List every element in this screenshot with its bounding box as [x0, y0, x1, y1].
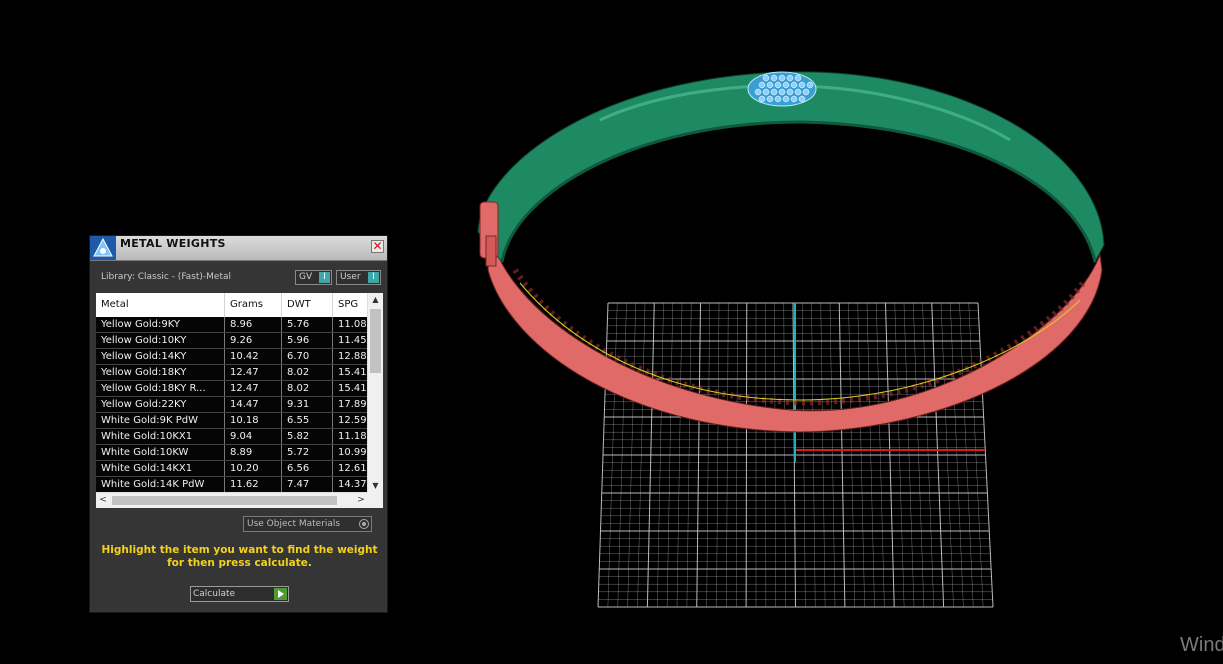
cell-spg: 12.61: [333, 461, 368, 476]
cell-grams: 12.47: [225, 365, 282, 380]
table-row[interactable]: Yellow Gold:14KY 10.42 6.70 12.88: [96, 349, 368, 365]
calculate-label: Calculate: [193, 589, 236, 599]
table-row[interactable]: Yellow Gold:18KY R... 12.47 8.02 15.41: [96, 381, 368, 397]
cell-spg: 12.59: [333, 413, 368, 428]
scroll-right-icon[interactable]: >: [354, 493, 368, 508]
radio-icon: [359, 519, 369, 529]
cell-grams: 10.18: [225, 413, 282, 428]
app-logo-icon: [90, 236, 116, 260]
scrollbar-corner: [368, 493, 383, 508]
cell-metal: Yellow Gold:22KY: [96, 397, 225, 412]
cell-dwt: 5.82: [282, 429, 333, 444]
cell-spg: 11.18: [333, 429, 368, 444]
table-row[interactable]: Yellow Gold:9KY 8.96 5.76 11.08: [96, 317, 368, 333]
metal-weights-panel: METAL WEIGHTS ✕ Library: Classic - (Fast…: [89, 235, 388, 613]
cell-grams: 11.62: [225, 477, 282, 492]
cell-spg: 14.37: [333, 477, 368, 492]
cell-grams: 8.96: [225, 317, 282, 332]
cell-metal: Yellow Gold:10KY: [96, 333, 225, 348]
calculate-button[interactable]: Calculate: [190, 586, 289, 602]
use-object-materials-label: Use Object Materials: [247, 519, 341, 529]
user-toggle-label: User: [340, 272, 361, 282]
windows-activation-watermark: Wind: [1180, 634, 1223, 656]
table-row[interactable]: Yellow Gold:18KY 12.47 8.02 15.41: [96, 365, 368, 381]
cell-dwt: 5.72: [282, 445, 333, 460]
cell-dwt: 6.70: [282, 349, 333, 364]
cell-spg: 10.99: [333, 445, 368, 460]
cell-metal: Yellow Gold:14KY: [96, 349, 225, 364]
cell-spg: 11.08: [333, 317, 368, 332]
cell-spg: 11.45: [333, 333, 368, 348]
cell-metal: Yellow Gold:18KY: [96, 365, 225, 380]
vertical-scroll-thumb[interactable]: [370, 309, 381, 373]
cell-dwt: 9.31: [282, 397, 333, 412]
toggle-switch-icon: I: [319, 272, 330, 283]
cell-metal: Yellow Gold:9KY: [96, 317, 225, 332]
horizontal-scroll-thumb[interactable]: [112, 496, 337, 505]
table-row[interactable]: Yellow Gold:10KY 9.26 5.96 11.45: [96, 333, 368, 349]
cell-grams: 10.42: [225, 349, 282, 364]
cell-dwt: 7.47: [282, 477, 333, 492]
gv-toggle-label: GV: [299, 272, 313, 282]
cell-spg: 17.89: [333, 397, 368, 412]
table-row[interactable]: White Gold:14KX1 10.20 6.56 12.61: [96, 461, 368, 477]
library-label: Library: Classic - (Fast)-Metal: [101, 272, 232, 282]
cell-dwt: 8.02: [282, 365, 333, 380]
cell-metal: Yellow Gold:18KY R...: [96, 381, 225, 396]
cell-metal: White Gold:10KX1: [96, 429, 225, 444]
cell-metal: White Gold:10KW: [96, 445, 225, 460]
close-button[interactable]: ✕: [371, 240, 384, 253]
bracelet-model[interactable]: [477, 71, 1105, 433]
table-header: Metal Grams DWT SPG: [96, 293, 368, 317]
cell-metal: White Gold:14K PdW: [96, 477, 225, 492]
play-icon: [274, 588, 287, 600]
column-header-grams[interactable]: Grams: [225, 293, 282, 317]
scroll-left-icon[interactable]: <: [96, 493, 110, 508]
cell-spg: 15.41: [333, 365, 368, 380]
use-object-materials-toggle[interactable]: Use Object Materials: [243, 516, 372, 532]
cell-metal: White Gold:9K PdW: [96, 413, 225, 428]
panel-title: METAL WEIGHTS: [120, 237, 226, 250]
gv-toggle[interactable]: GV I: [295, 270, 332, 285]
close-icon: ✕: [372, 239, 383, 253]
scroll-up-icon[interactable]: ▲: [368, 293, 383, 307]
metal-table[interactable]: Metal Grams DWT SPG Yellow Gold:9KY 8.96 5…: [96, 293, 383, 508]
column-header-spg[interactable]: SPG: [333, 293, 368, 317]
user-toggle[interactable]: User I: [336, 270, 381, 285]
panel-titlebar[interactable]: METAL WEIGHTS ✕: [90, 236, 387, 261]
horizontal-scrollbar[interactable]: < >: [96, 492, 368, 508]
vertical-scrollbar[interactable]: ▲ ▼: [367, 293, 383, 493]
cell-spg: 12.88: [333, 349, 368, 364]
cell-dwt: 8.02: [282, 381, 333, 396]
column-header-metal[interactable]: Metal: [96, 293, 225, 317]
table-row[interactable]: White Gold:9K PdW 10.18 6.55 12.59: [96, 413, 368, 429]
cell-spg: 15.41: [333, 381, 368, 396]
instruction-text: Highlight the item you want to find the …: [101, 544, 378, 569]
table-row[interactable]: Yellow Gold:22KY 14.47 9.31 17.89: [96, 397, 368, 413]
cell-metal: White Gold:14KX1: [96, 461, 225, 476]
table-body: Yellow Gold:9KY 8.96 5.76 11.08 Yellow Gold:…: [96, 317, 368, 493]
table-row[interactable]: White Gold:10KX1 9.04 5.82 11.18: [96, 429, 368, 445]
cell-dwt: 5.76: [282, 317, 333, 332]
cell-grams: 12.47: [225, 381, 282, 396]
bracelet-clasp-pin: [485, 235, 497, 267]
toggle-switch-icon: I: [368, 272, 379, 283]
cell-grams: 14.47: [225, 397, 282, 412]
cell-grams: 9.04: [225, 429, 282, 444]
cell-dwt: 5.96: [282, 333, 333, 348]
cell-grams: 8.89: [225, 445, 282, 460]
cell-grams: 10.20: [225, 461, 282, 476]
table-row[interactable]: White Gold:10KW 8.89 5.72 10.99: [96, 445, 368, 461]
cell-dwt: 6.55: [282, 413, 333, 428]
table-row[interactable]: White Gold:14K PdW 11.62 7.47 14.37: [96, 477, 368, 493]
cell-dwt: 6.56: [282, 461, 333, 476]
column-header-dwt[interactable]: DWT: [282, 293, 333, 317]
scroll-down-icon[interactable]: ▼: [368, 479, 383, 493]
cell-grams: 9.26: [225, 333, 282, 348]
